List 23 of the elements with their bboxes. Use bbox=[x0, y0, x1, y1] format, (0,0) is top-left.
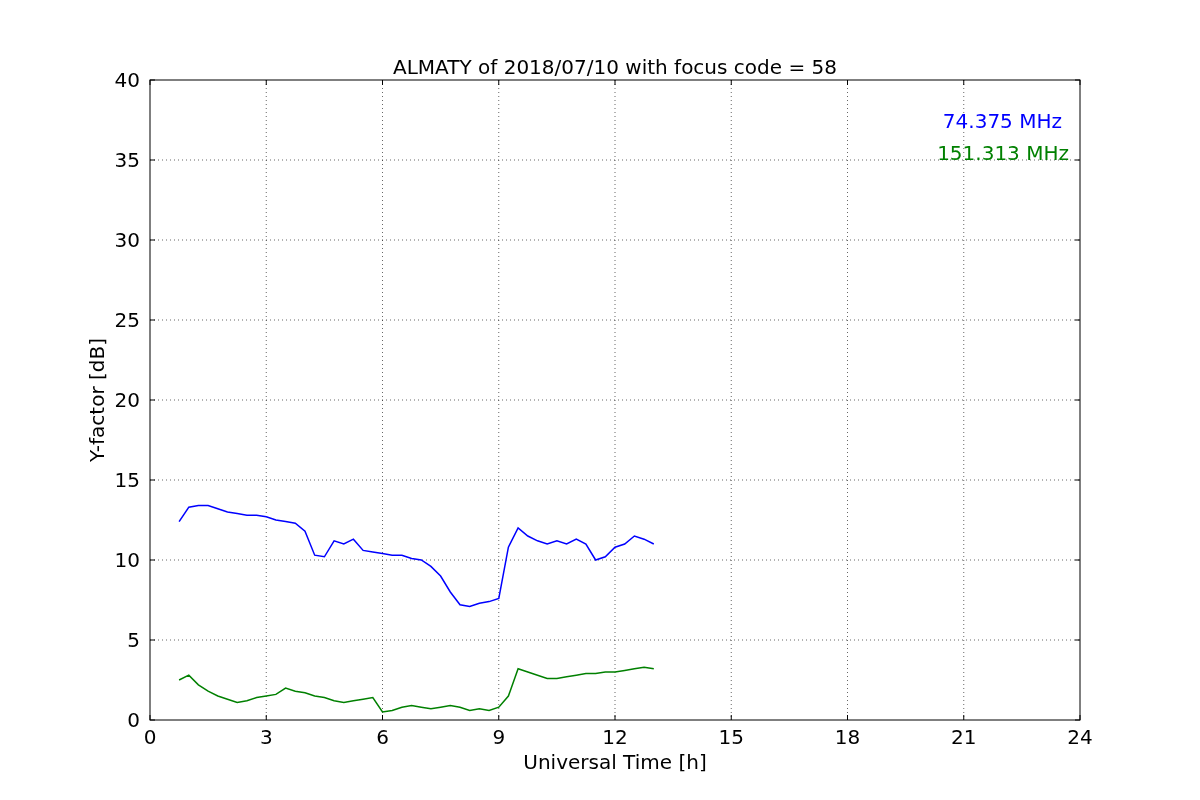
x-tick-label: 18 bbox=[834, 725, 861, 749]
x-tick-label: 9 bbox=[492, 725, 506, 749]
y-tick-label: 20 bbox=[114, 388, 140, 412]
y-tick-label: 40 bbox=[114, 68, 140, 92]
x-tick-label: 3 bbox=[259, 725, 273, 749]
x-axis-label: Universal Time [h] bbox=[523, 750, 707, 774]
legend-label: 74.375 MHz bbox=[942, 109, 1062, 133]
chart-title: ALMATY of 2018/07/10 with focus code = 58 bbox=[393, 55, 837, 79]
x-tick-label: 6 bbox=[376, 725, 389, 749]
y-tick-label: 25 bbox=[114, 308, 140, 332]
x-tick-label: 15 bbox=[718, 725, 744, 749]
y-axis-label: Y-factor [dB] bbox=[85, 338, 109, 462]
y-tick-label: 5 bbox=[127, 628, 140, 652]
y-tick-label: 10 bbox=[114, 548, 140, 572]
x-tick-label: 21 bbox=[951, 725, 977, 749]
y-tick-label: 15 bbox=[114, 468, 140, 492]
x-tick-label: 24 bbox=[1067, 725, 1093, 749]
x-tick-label: 0 bbox=[143, 725, 157, 749]
y-tick-label: 35 bbox=[114, 148, 140, 172]
y-tick-label: 30 bbox=[114, 228, 140, 252]
x-tick-label: 12 bbox=[602, 725, 628, 749]
y-tick-label: 0 bbox=[127, 708, 140, 732]
legend-label: 151.313 MHz bbox=[937, 141, 1069, 165]
